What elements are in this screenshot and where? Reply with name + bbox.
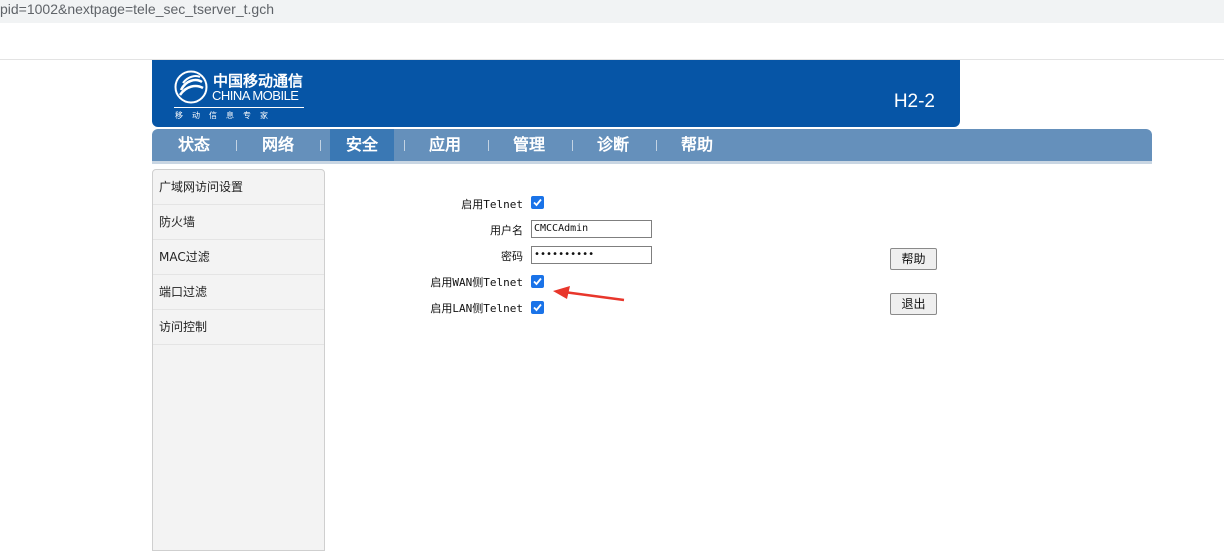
logo-english-text: CHINA MOBILE [212,88,299,103]
china-mobile-logo: 中国移动通信 CHINA MOBILE 移动信息专家 [172,69,312,121]
nav-separator [656,140,657,151]
wan-telnet-label: 启用WAN侧Telnet [430,276,523,289]
enable-telnet-checkbox[interactable] [531,196,544,209]
logout-button[interactable]: 退出 [890,293,937,315]
nav-tab-status[interactable]: 状态 [164,129,224,161]
check-icon [533,303,542,312]
nav-tab-help[interactable]: 帮助 [667,129,727,161]
logo-slogan: 移动信息专家 [175,111,277,120]
nav-tab-diagnosis[interactable]: 诊断 [583,129,643,161]
red-arrow-annotation-icon [553,286,625,302]
username-input[interactable]: CMCCAdmin [531,220,652,238]
nav-tab-application[interactable]: 应用 [415,129,475,161]
help-button[interactable]: 帮助 [890,248,937,270]
security-sidebar: 广域网访问设置 防火墙 MAC过滤 端口过滤 访问控制 [152,169,325,551]
sidebar-item-mac-filter[interactable]: MAC过滤 [153,240,324,275]
sidebar-item-access-control[interactable]: 访问控制 [153,310,324,345]
password-input[interactable]: •••••••••• [531,246,652,264]
main-nav: 状态 网络 安全 应用 管理 诊断 帮助 [152,129,1152,161]
nav-separator [572,140,573,151]
sidebar-item-firewall[interactable]: 防火墙 [153,205,324,240]
nav-separator [320,140,321,151]
nav-tab-network[interactable]: 网络 [248,129,308,161]
sidebar-item-port-filter[interactable]: 端口过滤 [153,275,324,310]
lan-telnet-label: 启用LAN侧Telnet [430,302,523,315]
china-mobile-logo-icon [174,70,208,104]
nav-separator [236,140,237,151]
address-bar[interactable]: pid=1002&nextpage=tele_sec_tserver_t.gch [0,0,1224,23]
header-banner: 中国移动通信 CHINA MOBILE 移动信息专家 H2-2 [152,60,960,127]
nav-tab-management[interactable]: 管理 [499,129,559,161]
enable-telnet-label: 启用Telnet [461,198,523,211]
nav-underline [152,161,1152,164]
password-label: 密码 [501,250,523,263]
check-icon [533,198,542,207]
username-label: 用户名 [490,224,523,237]
nav-separator [404,140,405,151]
check-icon [533,277,542,286]
logo-divider [174,107,304,108]
lan-telnet-checkbox[interactable] [531,301,544,314]
nav-tab-security[interactable]: 安全 [330,129,394,161]
nav-separator [488,140,489,151]
device-model: H2-2 [893,91,935,112]
sidebar-item-wan-access[interactable]: 广域网访问设置 [153,170,324,205]
url-text[interactable]: pid=1002&nextpage=tele_sec_tserver_t.gch [0,0,274,23]
wan-telnet-checkbox[interactable] [531,275,544,288]
